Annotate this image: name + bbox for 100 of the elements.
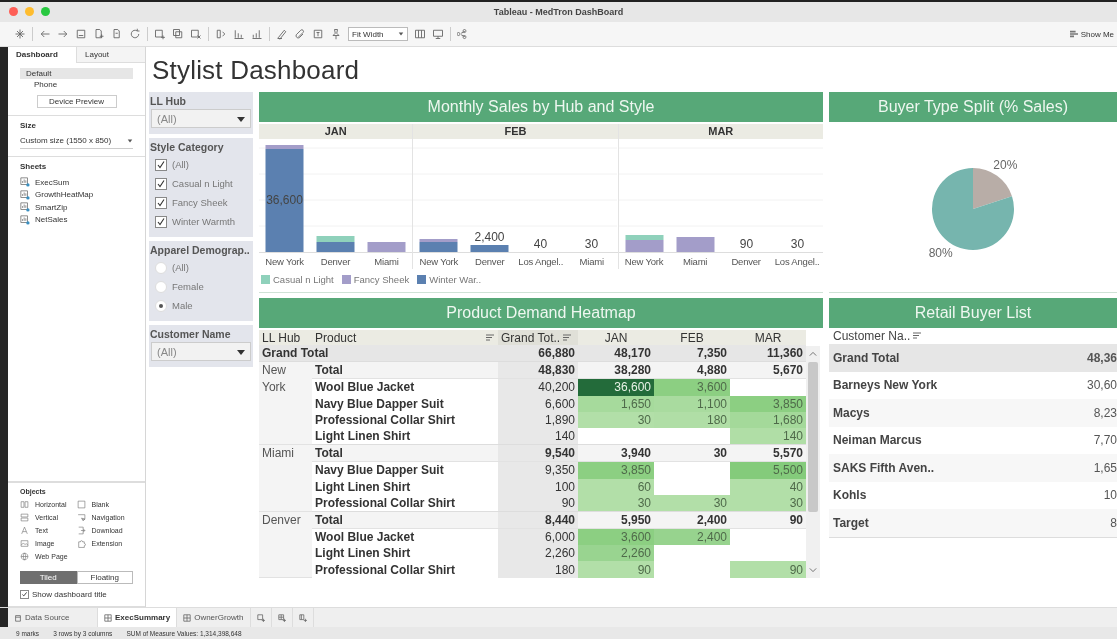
chart-title: Monthly Sales by Hub and Style [259,92,823,122]
pin-icon[interactable] [330,28,342,40]
fit-width-dropdown[interactable]: Fit Width [348,27,408,41]
table-cell: 2,260 [498,545,578,562]
value-label: 90 [739,237,753,251]
table-cell: 10 [1103,488,1117,503]
caret-icon [237,114,245,123]
heat-cell: 3,850 [730,395,806,412]
highlight-icon[interactable] [276,28,288,40]
presentation-icon[interactable] [432,28,444,40]
sheet-item[interactable]: ExecSum [20,176,133,189]
checkbox[interactable] [20,590,29,599]
sheet-item[interactable]: SmartZip [20,201,133,214]
table-cell: Light Linen Shirt [312,427,498,445]
table-cell: 66,880 [498,345,578,362]
save-icon[interactable] [75,28,87,40]
share-icon[interactable] [457,28,469,40]
device-item[interactable]: Default [20,68,133,79]
table-title: Product Demand Heatmap [259,298,823,328]
layout-mode-toggle[interactable]: Tiled [20,571,77,584]
sort-icon[interactable] [913,332,922,340]
grid-icon [104,613,112,622]
sort-ascending-icon[interactable] [233,28,245,40]
checkbox[interactable] [155,177,167,190]
swap-icon[interactable] [215,28,227,40]
column-header[interactable]: Product [312,330,498,345]
column-header[interactable]: Grand Tot.. [498,330,578,345]
table-cell: 8,23 [1093,405,1117,420]
checkbox[interactable] [155,215,167,228]
table-cell: 48,36 [1086,350,1117,365]
sidebar-tab[interactable]: Layout [76,47,145,63]
clear-sheet-icon[interactable] [190,28,202,40]
category-label: New York [418,255,460,267]
radio-button[interactable] [155,299,167,312]
asterisk-icon[interactable] [14,28,26,40]
duplicate-icon[interactable] [172,28,184,40]
label-icon[interactable] [312,28,324,40]
datasource-icon[interactable] [111,28,123,40]
column-header[interactable]: MAR [730,330,806,345]
column-header[interactable]: JAN [578,330,654,345]
table-cell: New York [259,361,312,445]
forward-arrow-icon[interactable] [57,28,69,40]
table-cell: Neiman Marcus [833,433,922,448]
stacked-bar [470,245,509,252]
database-icon [14,613,22,622]
column-header[interactable]: LL Hub [259,330,312,345]
radio-button[interactable] [155,280,167,293]
caret-icon [127,137,133,144]
download-icon [76,526,86,535]
device-preview-button[interactable]: Device Preview [36,95,117,108]
add-datasource-icon[interactable] [93,28,105,40]
value-label: 80% [928,246,953,261]
image-icon [20,539,29,548]
back-arrow-icon[interactable] [39,28,51,40]
radio-button[interactable] [155,261,167,274]
dashboard-title: Stylist Dashboard [151,54,361,87]
window-close-button[interactable] [9,7,18,16]
table-cell: Target [833,515,869,530]
new-sheet-icon[interactable] [154,28,166,40]
option-label: Fancy Sheek [172,197,228,208]
table-cell: 3,940 [578,444,654,462]
scroll-up-icon[interactable] [809,351,817,357]
table-cell: Total [312,511,498,529]
sort-descending-icon[interactable] [251,28,263,40]
table-cell: 90 [730,511,806,529]
column-header[interactable]: FEB [654,330,730,345]
table-cell: 9,540 [498,444,578,462]
filter-title: Style Category [149,140,225,155]
table-cell: 11,360 [730,345,806,362]
size-dropdown[interactable]: Custom size (1550 x 850) [20,135,133,149]
chart-title: Buyer Type Split (% Sales) [829,92,1117,122]
scrollbar[interactable] [806,346,820,579]
section-heading: Size [20,121,37,130]
heat-cell: 90 [730,561,806,578]
layout-mode-toggle[interactable]: Floating [76,571,133,584]
column-header[interactable]: Customer Na.. [833,329,911,343]
table-cell: Professional Collar Shirt [312,561,498,578]
add-dashboard-icon [277,613,286,622]
value-label: 20% [993,157,1018,172]
table-cell: Light Linen Shirt [312,478,498,495]
show-me-button[interactable]: Show Me [1069,29,1117,39]
sheet-tab[interactable]: ExecSummary [98,608,178,627]
checkbox[interactable] [155,158,167,171]
category-label: Miami [578,255,605,267]
caret-icon [237,347,245,356]
sort-icon[interactable] [563,334,572,343]
sheet-item[interactable]: NetSales [20,213,133,226]
sheet-name: ExecSum [35,177,70,187]
show-cards-icon[interactable] [414,28,426,40]
checkbox[interactable] [155,196,167,209]
table-cell: 48,170 [578,345,654,362]
option-label: (All) [172,159,189,170]
filter-title: Customer Name [149,327,232,342]
refresh-icon[interactable] [129,28,141,40]
table-cell: SAKS Fifth Aven.. [833,460,935,475]
grid-icon [183,613,192,622]
table-cell: Professional Collar Shirt [312,494,498,512]
sheet-item[interactable]: GrowthHeatMap [20,188,133,201]
device-item[interactable]: Phone [20,79,133,90]
sort-icon[interactable] [486,334,494,342]
